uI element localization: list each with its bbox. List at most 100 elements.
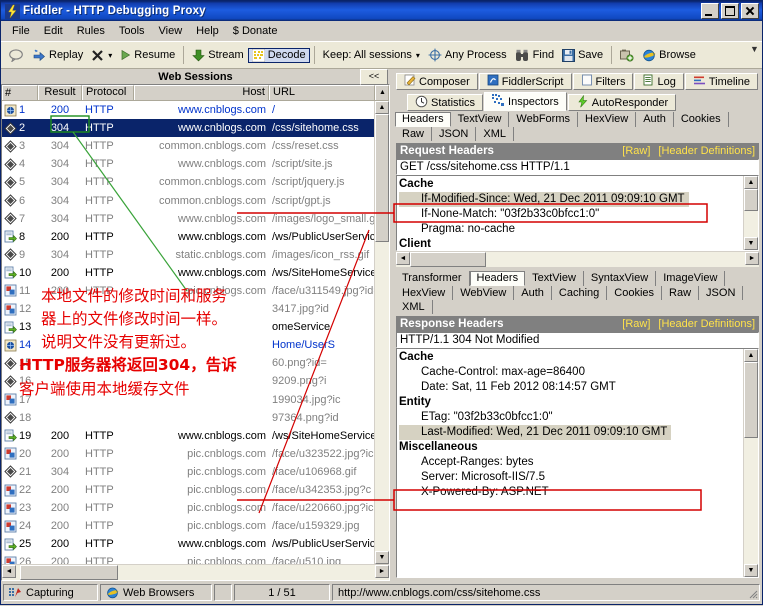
table-row[interactable]: 26 200 HTTP pic.cnblogs.com/face/u510.jpg	[2, 553, 389, 564]
response-headers-list[interactable]: Cache Cache-Control: max-age=86400 Date: S…	[396, 348, 759, 578]
screenshot-button[interactable]	[616, 48, 638, 63]
response-tab-raw[interactable]: Raw	[662, 286, 700, 300]
scroll-right-button[interactable]: ►	[375, 565, 389, 578]
resize-grip-icon[interactable]	[746, 587, 758, 599]
request-tab-hexview[interactable]: HexView	[578, 112, 637, 127]
response-tab-headers[interactable]: Headers	[469, 271, 526, 286]
grid-scroll-up-button[interactable]: ▲	[375, 85, 389, 100]
scroll-left-button[interactable]: ◄	[2, 565, 16, 578]
response-header-definitions-link[interactable]: [Header Definitions]	[658, 318, 755, 330]
table-row[interactable]: 24 200 HTTP pic.cnblogs.com/face/u159329.jp…	[2, 517, 389, 535]
scroll-track[interactable]	[744, 362, 758, 564]
table-row[interactable]: 3 304 HTTP common.cnblogs.com/css/reset.css	[2, 137, 389, 155]
table-row[interactable]: 1 200 HTTP www.cnblogs.com /	[2, 101, 389, 119]
tab-autoresponder[interactable]: AutoResponder	[567, 94, 677, 111]
scroll-track[interactable]	[375, 114, 389, 551]
response-header-row[interactable]: Last-Modified: Wed, 21 Dec 2011 09:09:10…	[399, 425, 744, 440]
menu-tools[interactable]: Tools	[112, 23, 152, 39]
toolbar-overflow-button[interactable]: ▼	[749, 45, 760, 54]
menu-edit[interactable]: Edit	[37, 23, 70, 39]
scroll-down-button[interactable]: ▼	[744, 564, 758, 577]
tab-composer[interactable]: Composer	[396, 73, 478, 90]
table-row[interactable]: 23 200 HTTP pic.cnblogs.com/face/u220660.jp…	[2, 499, 389, 517]
close-button[interactable]	[741, 3, 759, 19]
save-button[interactable]: Save	[558, 48, 607, 63]
scroll-track[interactable]	[744, 189, 758, 237]
table-row[interactable]: 22 200 HTTP pic.cnblogs.com/face/u342353.jp…	[2, 481, 389, 499]
request-tab-textview[interactable]: TextView	[450, 112, 510, 127]
request-header-row[interactable]: Pragma: no-cache	[399, 222, 744, 237]
response-tab-xml[interactable]: XML	[395, 300, 433, 314]
table-row[interactable]: 21 304 HTTP pic.cnblogs.com/face/u106968.gi…	[2, 463, 389, 481]
scroll-down-button[interactable]: ▼	[744, 237, 758, 250]
process-filter-status[interactable]: Web Browsers	[100, 584, 212, 601]
hscroll-thumb[interactable]	[20, 565, 118, 580]
menu-view[interactable]: View	[152, 23, 190, 39]
collapse-pane-button[interactable]: <<	[360, 69, 388, 85]
request-vertical-scrollbar[interactable]: ▲ ▼	[743, 176, 758, 250]
hscroll-track[interactable]	[16, 565, 375, 580]
request-tab-headers[interactable]: Headers	[395, 112, 451, 127]
table-row[interactable]: 10 200 HTTP www.cnblogs.com/ws/SiteHomeServ…	[2, 264, 389, 282]
minimize-button[interactable]	[701, 3, 719, 19]
request-raw-link[interactable]: [Raw]	[622, 145, 650, 157]
browse-button[interactable]: Browse	[638, 47, 700, 63]
column-header-protocol[interactable]: Protocol	[82, 85, 134, 100]
column-header-result[interactable]: Result	[38, 85, 82, 100]
tab-fiddlerscript[interactable]: FiddlerScript	[478, 73, 572, 90]
response-tab-syntaxview[interactable]: SyntaxView	[583, 271, 657, 286]
scroll-thumb[interactable]	[744, 189, 758, 211]
tab-inspectors[interactable]: Inspectors	[484, 92, 567, 111]
keep-sessions-dropdown[interactable]: Keep: All sessions ▾	[319, 48, 424, 62]
request-header-row[interactable]: If-Modified-Since: Wed, 21 Dec 2011 09:0…	[399, 192, 744, 207]
menu-file[interactable]: File	[5, 23, 37, 39]
sessions-horizontal-scrollbar[interactable]: ◄ ►	[2, 564, 389, 580]
response-header-row[interactable]: Cache-Control: max-age=86400	[399, 365, 744, 380]
table-row[interactable]: 20 200 HTTP pic.cnblogs.com/face/u323522.jp…	[2, 445, 389, 463]
response-tab-hexview[interactable]: HexView	[395, 286, 454, 300]
hscroll-thumb[interactable]	[410, 252, 486, 267]
request-header-row[interactable]: If-None-Match: "03f2b33c0bfcc1:0"	[399, 207, 744, 222]
response-tab-cookies[interactable]: Cookies	[607, 286, 663, 300]
tab-statistics[interactable]: Statistics	[407, 94, 484, 111]
capturing-status[interactable]: Capturing	[3, 584, 98, 601]
table-row[interactable]: 18 97364.png?id	[2, 409, 389, 427]
menu-rules[interactable]: Rules	[70, 23, 112, 39]
response-raw-link[interactable]: [Raw]	[622, 318, 650, 330]
table-row[interactable]: 7 304 HTTP www.cnblogs.com/images/logo_smal…	[2, 210, 389, 228]
stream-button[interactable]: Stream	[188, 48, 247, 63]
request-tab-auth[interactable]: Auth	[636, 112, 674, 127]
table-row[interactable]: 4 304 HTTP www.cnblogs.com/script/site.js	[2, 155, 389, 173]
response-tab-auth[interactable]: Auth	[514, 286, 552, 300]
tab-timeline[interactable]: Timeline	[684, 73, 758, 90]
scroll-up-button[interactable]: ▲	[744, 349, 758, 362]
tab-filters[interactable]: Filters	[572, 73, 634, 90]
table-row[interactable]: 9 304 HTTP static.cnblogs.com/images/icon_r…	[2, 246, 389, 264]
request-headers-list[interactable]: Cache If-Modified-Since: Wed, 21 Dec 2011…	[396, 175, 759, 251]
menu-donate[interactable]: $ Donate	[226, 23, 285, 39]
response-tab-transformer[interactable]: Transformer	[395, 271, 470, 286]
decode-button[interactable]: Decode	[247, 47, 310, 63]
scroll-left-button[interactable]: ◄	[396, 252, 410, 265]
response-header-row[interactable]: X-Powered-By: ASP.NET	[399, 485, 744, 500]
request-tab-json[interactable]: JSON	[432, 127, 477, 141]
remove-button[interactable]: ▾	[87, 48, 116, 63]
response-tab-caching[interactable]: Caching	[551, 286, 608, 300]
menu-help[interactable]: Help	[189, 23, 226, 39]
scroll-up-button[interactable]: ▲	[744, 176, 758, 189]
column-header-url[interactable]: URL	[269, 85, 375, 100]
column-header-number[interactable]: #	[2, 85, 38, 100]
request-header-definitions-link[interactable]: [Header Definitions]	[658, 145, 755, 157]
table-row[interactable]: 6 304 HTTP common.cnblogs.com/script/gpt.js	[2, 191, 389, 209]
replay-button[interactable]: Replay	[28, 48, 87, 63]
column-header-host[interactable]: Host	[134, 85, 269, 100]
table-row[interactable]: 25 200 HTTP www.cnblogs.com/ws/PublicUserSe…	[2, 535, 389, 553]
sessions-vertical-scrollbar[interactable]: ▲ ▼	[374, 101, 389, 564]
scroll-down-button[interactable]: ▼	[375, 551, 389, 564]
resume-button[interactable]: Resume	[116, 48, 179, 62]
chevron-down-icon[interactable]: ▾	[416, 51, 420, 60]
table-row[interactable]: 5 304 HTTP common.cnblogs.com/script/jquery…	[2, 173, 389, 191]
response-header-row[interactable]: Server: Microsoft-IIS/7.5	[399, 470, 744, 485]
table-row[interactable]: 8 200 HTTP www.cnblogs.com/ws/PublicUserSer…	[2, 228, 389, 246]
any-process-button[interactable]: Any Process	[424, 47, 511, 63]
